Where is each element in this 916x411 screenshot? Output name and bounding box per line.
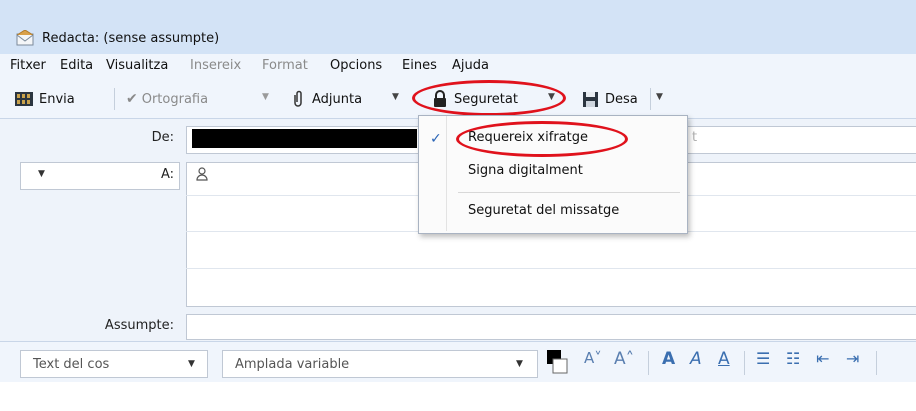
- envelope-icon: [16, 30, 34, 46]
- chevron-down-icon[interactable]: ▼: [188, 359, 195, 369]
- paragraph-style-value: Text del cos: [33, 356, 110, 372]
- save-dropdown-icon[interactable]: ▼: [656, 92, 663, 102]
- chevron-down-icon[interactable]: ▼: [38, 169, 45, 179]
- to-label: A:: [160, 167, 174, 182]
- subject-field[interactable]: [186, 314, 916, 340]
- attach-label: Adjunta: [312, 91, 363, 107]
- menu-fitxer[interactable]: Fitxer: [10, 58, 46, 73]
- spelling-dropdown-icon[interactable]: ▼: [262, 92, 269, 102]
- spelling-label: Ortografia: [141, 91, 209, 107]
- window-title: Redacta: (sense assumpte): [42, 31, 220, 46]
- font-family-value: Amplada variable: [235, 356, 350, 372]
- from-redacted: [192, 129, 417, 148]
- from-label: De:: [151, 130, 174, 145]
- save-icon: [583, 91, 598, 107]
- attach-button[interactable]: Adjunta: [292, 87, 362, 111]
- spelling-button[interactable]: ✔ Ortografia: [126, 87, 208, 111]
- menu-opcions[interactable]: Opcions: [330, 58, 382, 73]
- paperclip-icon: [294, 90, 302, 107]
- bullet-list-icon[interactable]: ☰: [756, 349, 770, 368]
- person-icon: [196, 167, 208, 181]
- italic-icon[interactable]: A: [690, 349, 702, 369]
- numbered-list-icon[interactable]: ☷: [786, 349, 800, 368]
- outdent-icon[interactable]: ⇤: [816, 349, 829, 368]
- save-label: Desa: [605, 91, 638, 107]
- attach-dropdown-icon[interactable]: ▼: [392, 92, 399, 102]
- save-button[interactable]: Desa: [582, 87, 638, 111]
- toolbar-divider: [114, 88, 115, 110]
- toolbar-divider: [650, 88, 651, 110]
- recipient-row-divider: [186, 268, 916, 269]
- font-family-select[interactable]: Amplada variable: [222, 350, 538, 378]
- color-swatch-icon[interactable]: [546, 349, 568, 375]
- checkmark-icon: ✔: [126, 91, 138, 107]
- subject-label: Assumpte:: [104, 318, 174, 333]
- menu-item-message-security[interactable]: Seguretat del missatge: [468, 203, 619, 218]
- format-divider: [744, 351, 745, 375]
- menu-separator: [458, 192, 680, 193]
- increase-font-size-icon[interactable]: A˄: [614, 349, 634, 369]
- checkmark-icon: ✓: [430, 131, 442, 147]
- menu-item-sign-digitally[interactable]: Signa digitalment: [468, 163, 583, 178]
- menu-gutter: [446, 116, 447, 231]
- paragraph-style-select[interactable]: Text del cos: [20, 350, 208, 378]
- encryption-highlight-ring: [456, 121, 628, 157]
- format-divider: [876, 351, 877, 375]
- menu-format[interactable]: Format: [262, 58, 308, 73]
- menu-visualitza[interactable]: Visualitza: [106, 58, 168, 73]
- send-label: Envia: [39, 91, 75, 107]
- menu-eines[interactable]: Eines: [402, 58, 437, 73]
- from-hint: t: [692, 130, 698, 145]
- send-icon: [15, 92, 33, 106]
- message-body[interactable]: [0, 382, 916, 411]
- menu-edita[interactable]: Edita: [60, 58, 93, 73]
- menu-ajuda[interactable]: Ajuda: [452, 58, 489, 73]
- format-divider: [648, 351, 649, 375]
- send-button[interactable]: Envia: [14, 87, 75, 111]
- menu-insereix[interactable]: Insereix: [190, 58, 241, 73]
- security-highlight-ring: [412, 80, 566, 116]
- underline-icon[interactable]: A: [718, 349, 730, 369]
- indent-icon[interactable]: ⇥: [846, 349, 859, 368]
- decrease-font-size-icon[interactable]: A˅: [584, 349, 602, 367]
- chevron-down-icon[interactable]: ▼: [516, 359, 523, 369]
- bold-icon[interactable]: A: [662, 349, 675, 369]
